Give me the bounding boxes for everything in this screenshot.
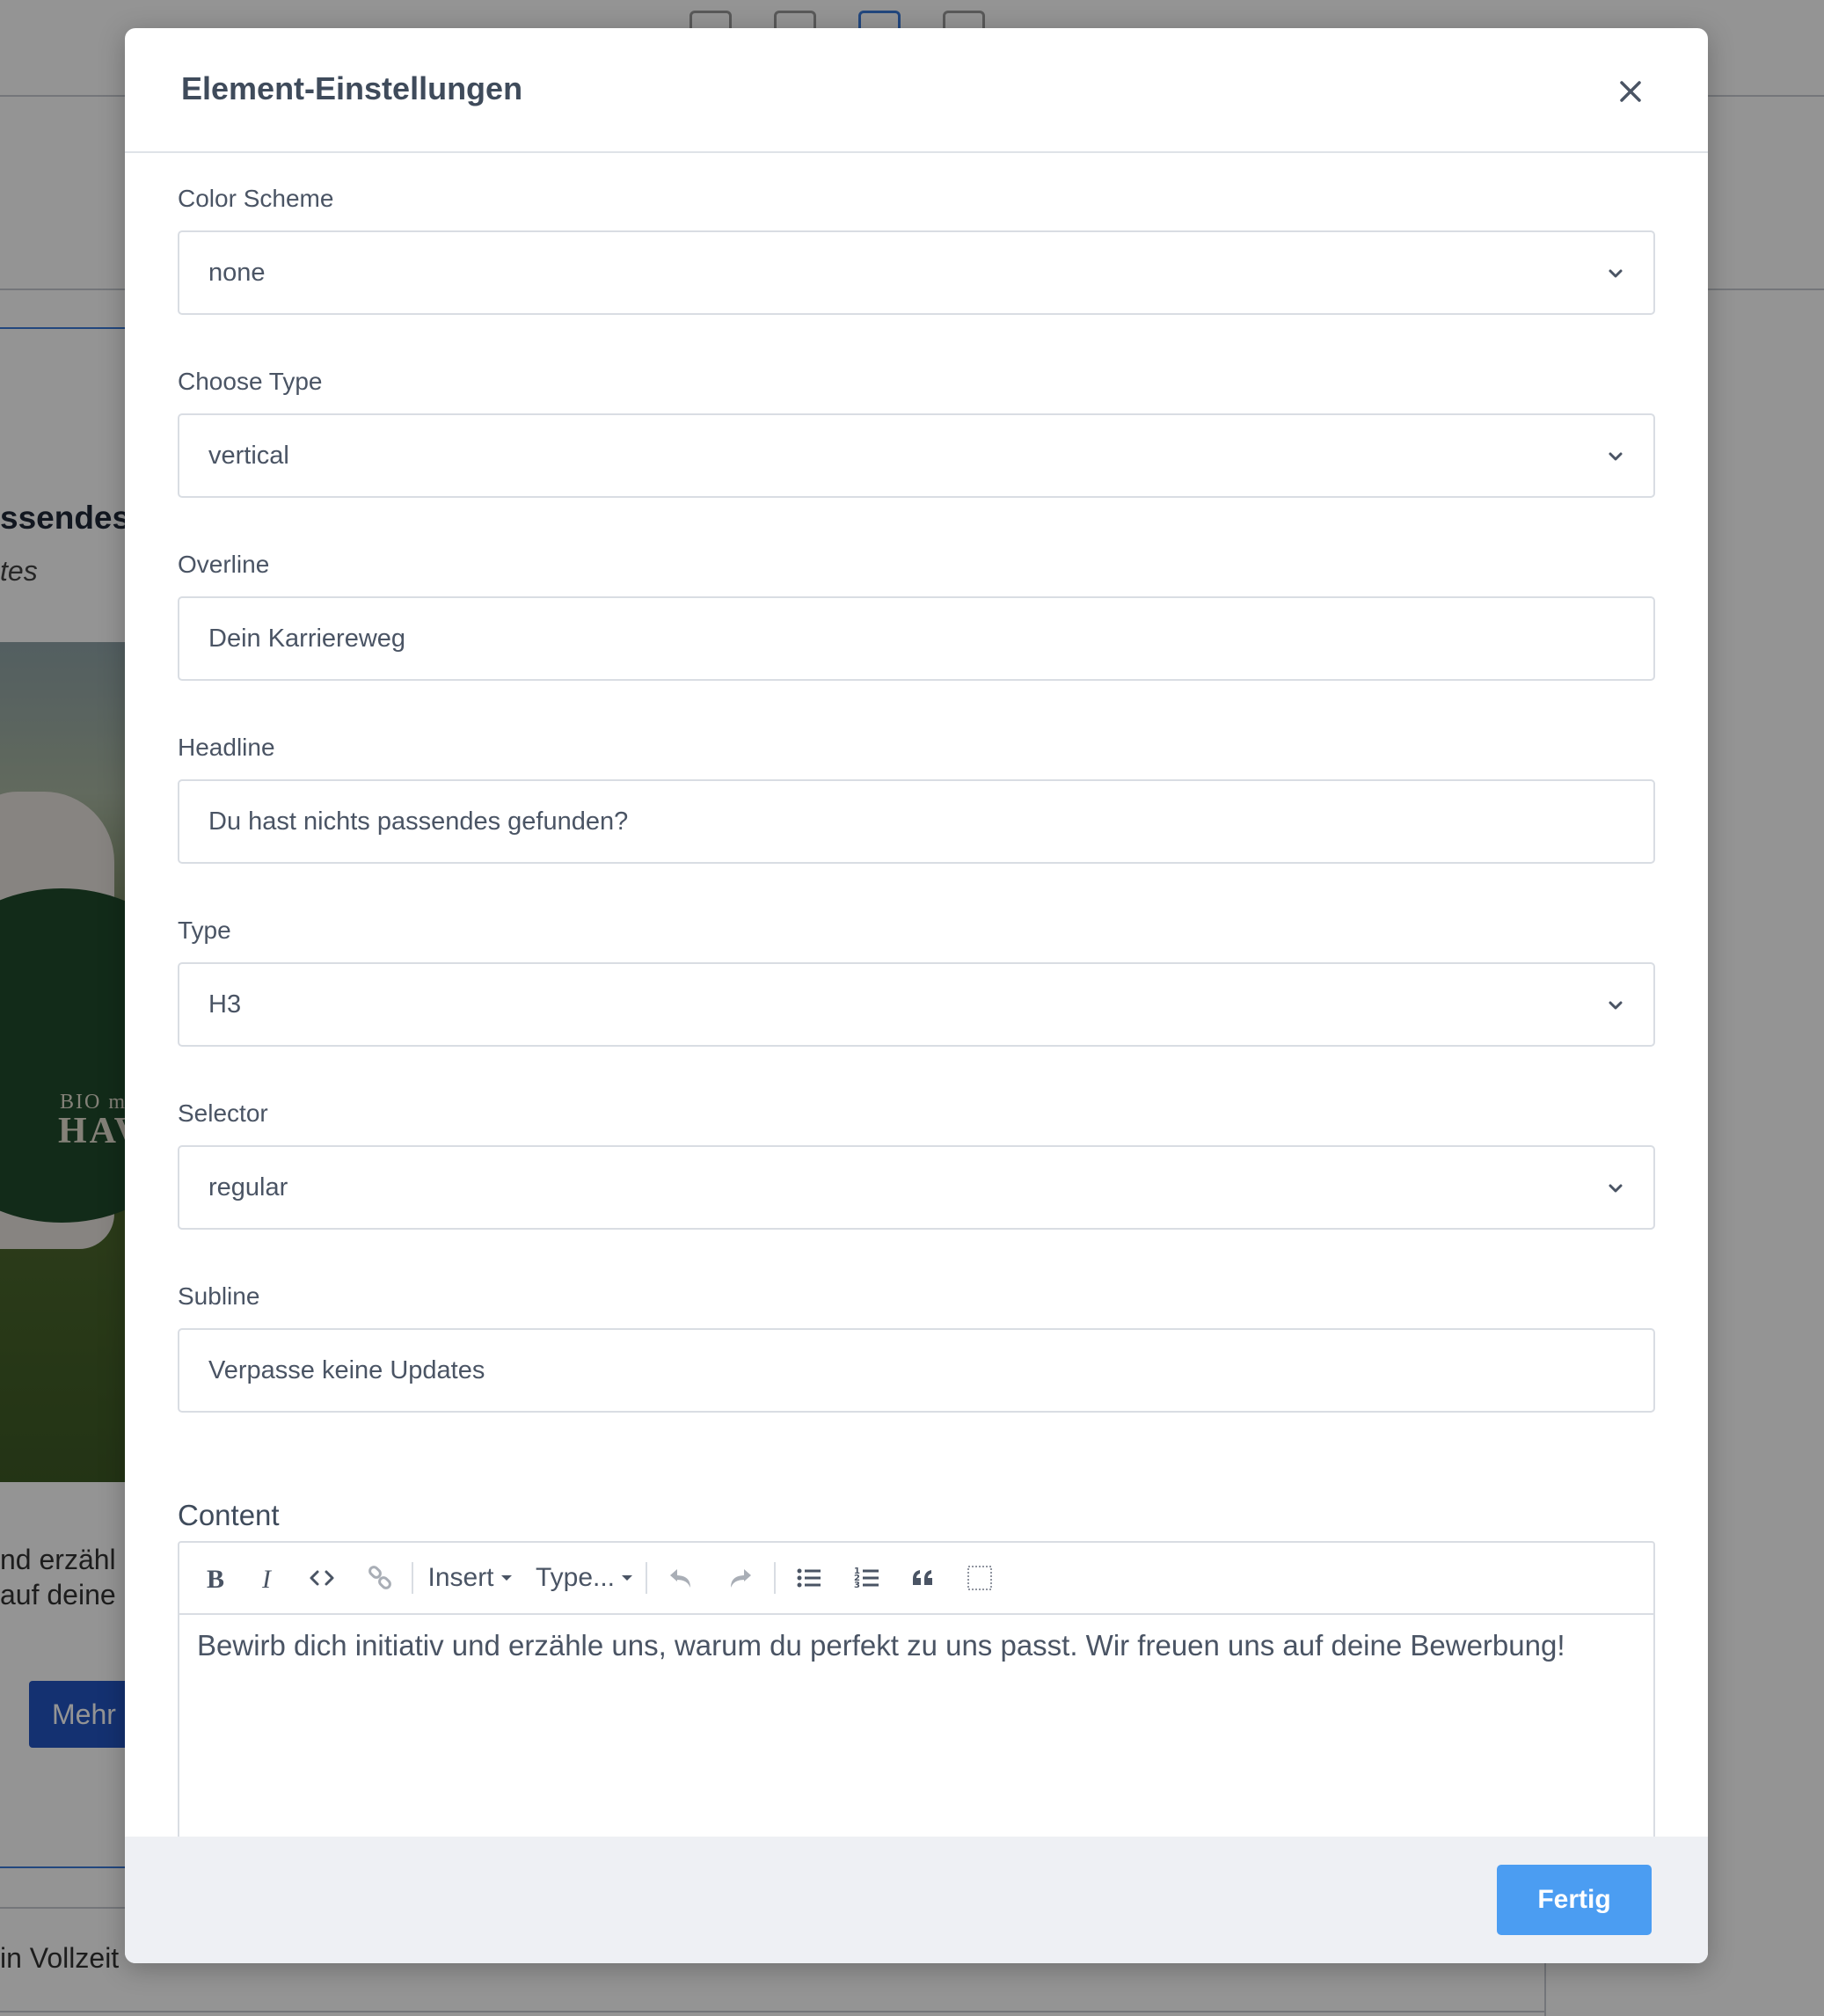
modal-body: Color Scheme none Choose Type vertical O…: [178, 153, 1655, 1865]
editor-toolbar: B I Insert Type... 1 2 3: [179, 1543, 1653, 1615]
type-dropdown[interactable]: Type...: [535, 1560, 635, 1596]
select-block-icon: [967, 1566, 992, 1590]
modal-header: Element-Einstellungen: [125, 28, 1708, 153]
svg-text:B: B: [207, 1565, 224, 1592]
field-overline: Overline Dein Karriereweg: [178, 519, 1655, 702]
caret-down-icon: [622, 1575, 633, 1581]
field-headline: Headline Du hast nichts passendes gefund…: [178, 702, 1655, 885]
quote-icon: [913, 1570, 932, 1585]
italic-icon: I: [261, 1565, 273, 1592]
toolbar-separator: [774, 1562, 776, 1594]
type-label: Type...: [535, 1563, 616, 1592]
bold-button[interactable]: B: [199, 1560, 234, 1596]
svg-text:I: I: [261, 1565, 273, 1592]
field-color-scheme: Color Scheme none: [178, 153, 1655, 336]
field-label: Headline: [178, 734, 275, 761]
type-select[interactable]: H3: [178, 962, 1655, 1047]
select-value: vertical: [208, 442, 289, 470]
close-button[interactable]: [1613, 74, 1648, 109]
field-label: Type: [178, 917, 231, 944]
svg-text:3: 3: [854, 1581, 860, 1590]
link-icon: [368, 1566, 391, 1589]
field-label: Choose Type: [178, 368, 323, 395]
link-button[interactable]: [362, 1560, 398, 1596]
content-label: Content: [178, 1499, 280, 1531]
overline-input[interactable]: Dein Karriereweg: [178, 596, 1655, 681]
field-choose-type: Choose Type vertical: [178, 336, 1655, 519]
toolbar-separator: [412, 1562, 413, 1594]
undo-button[interactable]: [663, 1560, 698, 1596]
insert-label: Insert: [427, 1563, 494, 1592]
code-button[interactable]: [304, 1560, 339, 1596]
field-selector: Selector regular: [178, 1068, 1655, 1251]
field-label: Selector: [178, 1099, 268, 1127]
done-button[interactable]: Fertig: [1497, 1865, 1652, 1935]
field-label: Overline: [178, 551, 270, 578]
caret-down-icon: [500, 1575, 512, 1581]
bold-icon: B: [207, 1565, 224, 1592]
field-label: Color Scheme: [178, 185, 334, 212]
select-value: none: [208, 259, 266, 287]
subline-input[interactable]: Verpasse keine Updates: [178, 1328, 1655, 1413]
choose-type-select[interactable]: vertical: [178, 413, 1655, 498]
bullet-list-icon: [797, 1568, 821, 1588]
undo-icon: [670, 1569, 690, 1588]
modal-title: Element-Einstellungen: [181, 70, 523, 106]
select-block-button[interactable]: [962, 1560, 997, 1596]
chevron-down-icon: [1609, 1184, 1623, 1193]
chevron-down-icon: [1609, 1001, 1623, 1010]
select-value: regular: [208, 1173, 288, 1202]
field-label: Subline: [178, 1282, 260, 1310]
field-subline: Subline Verpasse keine Updates: [178, 1251, 1655, 1434]
headline-input[interactable]: Du hast nichts passendes gefunden?: [178, 779, 1655, 864]
blockquote-button[interactable]: [906, 1560, 941, 1596]
chevron-down-icon: [1609, 452, 1623, 461]
content-editor: B I Insert Type... 1 2 3 Bewirb dich ini…: [178, 1541, 1655, 1865]
select-value: H3: [208, 990, 242, 1019]
field-type: Type H3: [178, 885, 1655, 1068]
toolbar-separator: [646, 1562, 647, 1594]
selector-select[interactable]: regular: [178, 1145, 1655, 1230]
redo-button[interactable]: [723, 1560, 758, 1596]
editor-content[interactable]: Bewirb dich initiativ und erzähle uns, w…: [197, 1629, 1565, 1662]
code-icon: [310, 1570, 334, 1586]
color-scheme-select[interactable]: none: [178, 230, 1655, 315]
ordered-list-button[interactable]: 123: [850, 1560, 885, 1596]
modal-footer: Fertig: [125, 1837, 1708, 1963]
italic-button[interactable]: I: [252, 1560, 287, 1596]
insert-dropdown[interactable]: Insert: [426, 1560, 515, 1596]
chevron-down-icon: [1609, 269, 1623, 278]
ordered-list-icon: 123: [854, 1567, 879, 1590]
close-icon: [1620, 81, 1641, 102]
bullet-list-button[interactable]: [792, 1560, 827, 1596]
redo-icon: [731, 1569, 751, 1588]
element-settings-modal: Element-Einstellungen Color Scheme none …: [125, 28, 1708, 1963]
